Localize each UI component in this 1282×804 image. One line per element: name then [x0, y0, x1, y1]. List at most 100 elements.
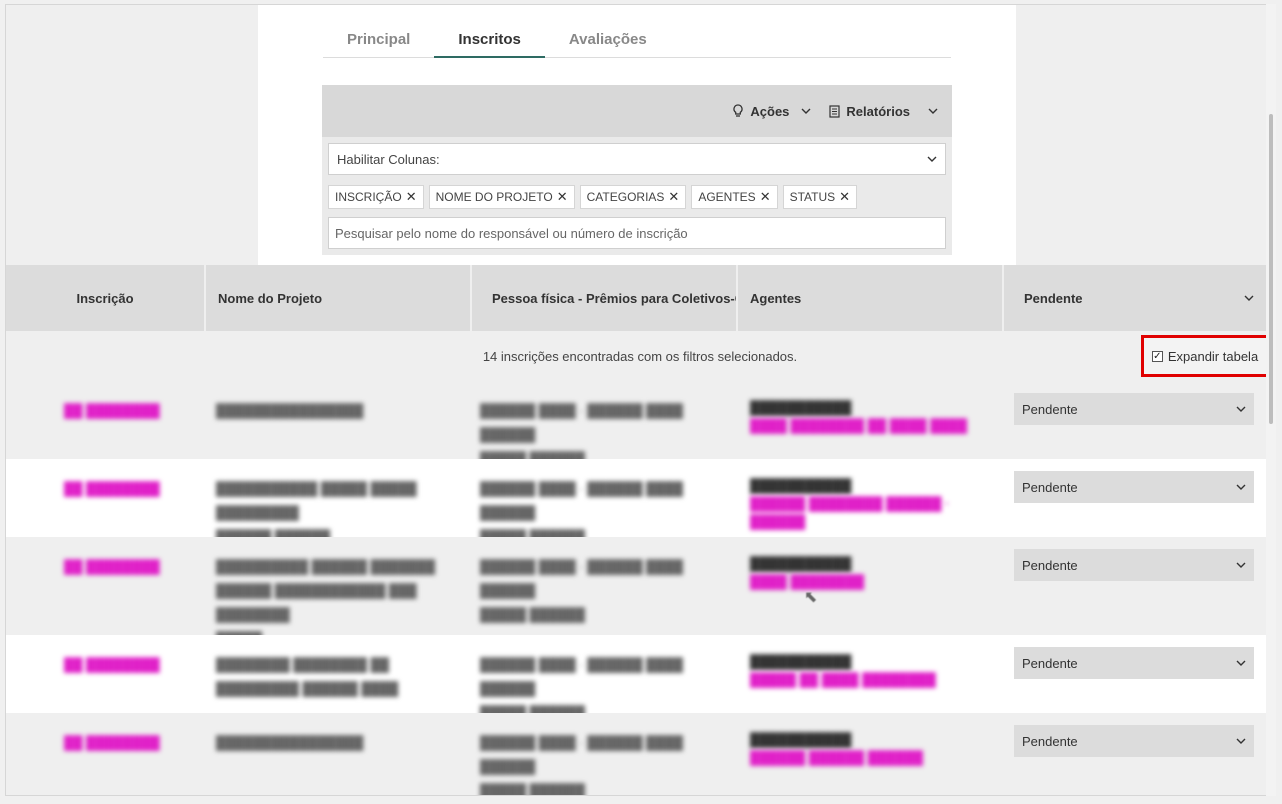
agents-cell: ███████████ ██████ ████████ ██████ · ████… — [738, 459, 1004, 537]
search-input[interactable] — [328, 217, 946, 249]
results-info-row: 14 inscrições encontradas com os filtros… — [6, 331, 1272, 381]
status-value: Pendente — [1022, 733, 1078, 749]
status-select[interactable]: Pendente — [1014, 647, 1254, 679]
redacted-text: ██ ████████ — [64, 735, 160, 750]
agent-link[interactable]: ██████ ██████ ██████ — [750, 749, 1004, 767]
redacted-text: ███████████ — [750, 732, 852, 747]
expand-table-label: Expandir tabela — [1167, 348, 1259, 364]
mouse-cursor-icon: ⬉ — [804, 589, 818, 606]
agents-cell: ███████████ ████ ████████ ██ ████ ████ — [738, 381, 1004, 459]
chevron-down-icon — [1236, 738, 1246, 744]
results-count-text: 14 inscrições encontradas com os filtros… — [482, 348, 798, 364]
status-value: Pendente — [1022, 655, 1078, 671]
status-cell: Pendente — [1004, 459, 1272, 537]
inscricao-cell[interactable]: ██ ████████ — [6, 713, 206, 795]
expand-table-toggle[interactable]: ✓ Expandir tabela — [1141, 335, 1269, 377]
table-row: ██ ████████ ██████████ ██████ ███████ ███… — [6, 537, 1272, 646]
project-name-cell: ██████████ ██████ ███████ ██████ ████████… — [206, 537, 472, 646]
project-name-cell: ████████████████ — [206, 713, 472, 795]
agents-cell: ███████████ █████ ██ ████ ████████ — [738, 635, 1004, 713]
status-cell: Pendente — [1004, 713, 1272, 795]
redacted-text: ██ ████████ — [64, 481, 160, 496]
table-row: ██ ████████ ████████████████ ██████ ████… — [6, 713, 1272, 795]
inscricao-cell[interactable]: ██ ████████ — [6, 537, 206, 635]
table-row: ██ ████████ ████████ ████████ ██ ████████… — [6, 635, 1272, 720]
chevron-down-icon — [1236, 660, 1246, 666]
agent-link[interactable]: ████ ████████ — [750, 573, 1004, 591]
tab-bar: Principal Inscritos Avaliações — [323, 25, 951, 58]
redacted-text: ████████████████ — [216, 403, 364, 418]
redacted-text: ██ ████████ — [64, 559, 160, 574]
status-select[interactable]: Pendente — [1014, 549, 1254, 581]
vertical-scrollbar[interactable] — [1266, 4, 1276, 796]
scrollbar-thumb[interactable] — [1269, 114, 1273, 424]
chip-status[interactable]: STATUS ✕ — [782, 185, 858, 209]
tab-avaliacoes[interactable]: Avaliações — [545, 25, 671, 58]
app-frame: Principal Inscritos Avaliações Ações Rel… — [5, 4, 1273, 796]
agent-link[interactable]: ████ ████████ ██ ████ ████ — [750, 417, 1004, 435]
reports-dropdown-button[interactable]: Relatórios — [829, 104, 938, 119]
chip-label: STATUS — [789, 190, 836, 204]
chip-agentes[interactable]: AGENTES ✕ — [691, 185, 778, 209]
category-cell: ██████ ████ · ██████ ████ ███████████ ██… — [472, 459, 738, 544]
close-icon[interactable]: ✕ — [406, 189, 417, 205]
column-header-inscricao[interactable]: Inscrição — [6, 265, 206, 331]
table-body: ██ ████████ ████████████████ ██████ ████… — [6, 381, 1272, 795]
chevron-down-icon — [1236, 484, 1246, 490]
chip-label: CATEGORIAS — [586, 190, 665, 204]
project-name-cell: ████████████████ — [206, 381, 472, 459]
status-filter-label: Pendente — [1024, 290, 1083, 306]
status-cell: Pendente — [1004, 635, 1272, 713]
tab-principal[interactable]: Principal — [323, 25, 434, 58]
column-header-agentes[interactable]: Agentes — [738, 265, 1004, 331]
redacted-text: ██ ████████ — [64, 403, 160, 418]
redacted-text: ████████████████ — [216, 735, 364, 750]
status-value: Pendente — [1022, 401, 1078, 417]
column-header-nome-do-projeto[interactable]: Nome do Projeto — [206, 265, 472, 331]
inscricao-cell[interactable]: ██ ████████ — [6, 381, 206, 459]
redacted-text: ███████████ — [750, 654, 852, 669]
chip-label: NOME DO PROJETO — [435, 190, 553, 204]
close-icon[interactable]: ✕ — [760, 189, 771, 205]
redacted-text: ███████████ — [750, 400, 852, 415]
status-select[interactable]: Pendente — [1014, 393, 1254, 425]
table-row: ██ ████████ ███████████ █████ █████ ████… — [6, 459, 1272, 544]
actions-label: Ações — [750, 103, 790, 119]
inscricao-cell[interactable]: ██ ████████ — [6, 635, 206, 713]
chevron-down-icon — [801, 108, 811, 114]
close-icon[interactable]: ✕ — [839, 189, 850, 205]
agent-link[interactable]: █████ ██ ████ ████████ — [750, 671, 1004, 689]
redacted-text: ███████████ — [750, 556, 852, 571]
lightbulb-icon — [733, 104, 744, 117]
table-row: ██ ████████ ████████████████ ██████ ████… — [6, 381, 1272, 466]
category-cell: ██████ ████ · ██████ ████ ███████████ ██… — [472, 381, 738, 466]
chevron-down-icon — [928, 108, 938, 114]
actions-toolbar: Ações Relatórios — [322, 85, 952, 137]
chip-inscricao[interactable]: INSCRIÇÃO ✕ — [328, 185, 424, 209]
close-icon[interactable]: ✕ — [557, 189, 568, 205]
chevron-down-icon — [1236, 562, 1246, 568]
document-icon — [829, 104, 841, 118]
inscricao-cell[interactable]: ██ ████████ — [6, 459, 206, 537]
reports-label: Relatórios — [846, 103, 910, 119]
actions-dropdown-button[interactable]: Ações — [732, 104, 811, 119]
expand-table-checkbox[interactable]: ✓ — [1151, 350, 1163, 362]
status-select[interactable]: Pendente — [1014, 471, 1254, 503]
chevron-down-icon — [1236, 406, 1246, 412]
chip-categorias[interactable]: CATEGORIAS ✕ — [579, 185, 687, 209]
agent-link[interactable]: ██████ ████████ ██████ · ██████ — [750, 495, 1004, 531]
status-select[interactable]: Pendente — [1014, 725, 1254, 757]
enable-columns-select[interactable]: Habilitar Colunas: — [328, 143, 946, 175]
column-header-categoria[interactable]: Pessoa física - Prêmios para Coletivos-C — [472, 265, 738, 331]
agents-cell: ███████████ ████ ████████ ⬉ — [738, 537, 1004, 635]
tab-inscritos[interactable]: Inscritos — [434, 25, 545, 58]
status-value: Pendente — [1022, 557, 1078, 573]
close-icon[interactable]: ✕ — [668, 189, 679, 205]
column-chips: INSCRIÇÃO ✕ NOME DO PROJETO ✕ CATEGORIAS ✕ … — [328, 185, 946, 209]
project-name-cell: ███████████ █████ █████ ███████████████ … — [206, 459, 472, 544]
chip-nome-do-projeto[interactable]: NOME DO PROJETO ✕ — [428, 185, 575, 209]
category-cell: ██████ ████ · ██████ ████ ███████████ ██… — [472, 713, 738, 795]
chip-label: INSCRIÇÃO — [335, 190, 402, 204]
column-header-status-filter[interactable]: Pendente — [1004, 265, 1272, 331]
status-cell: Pendente — [1004, 537, 1272, 635]
